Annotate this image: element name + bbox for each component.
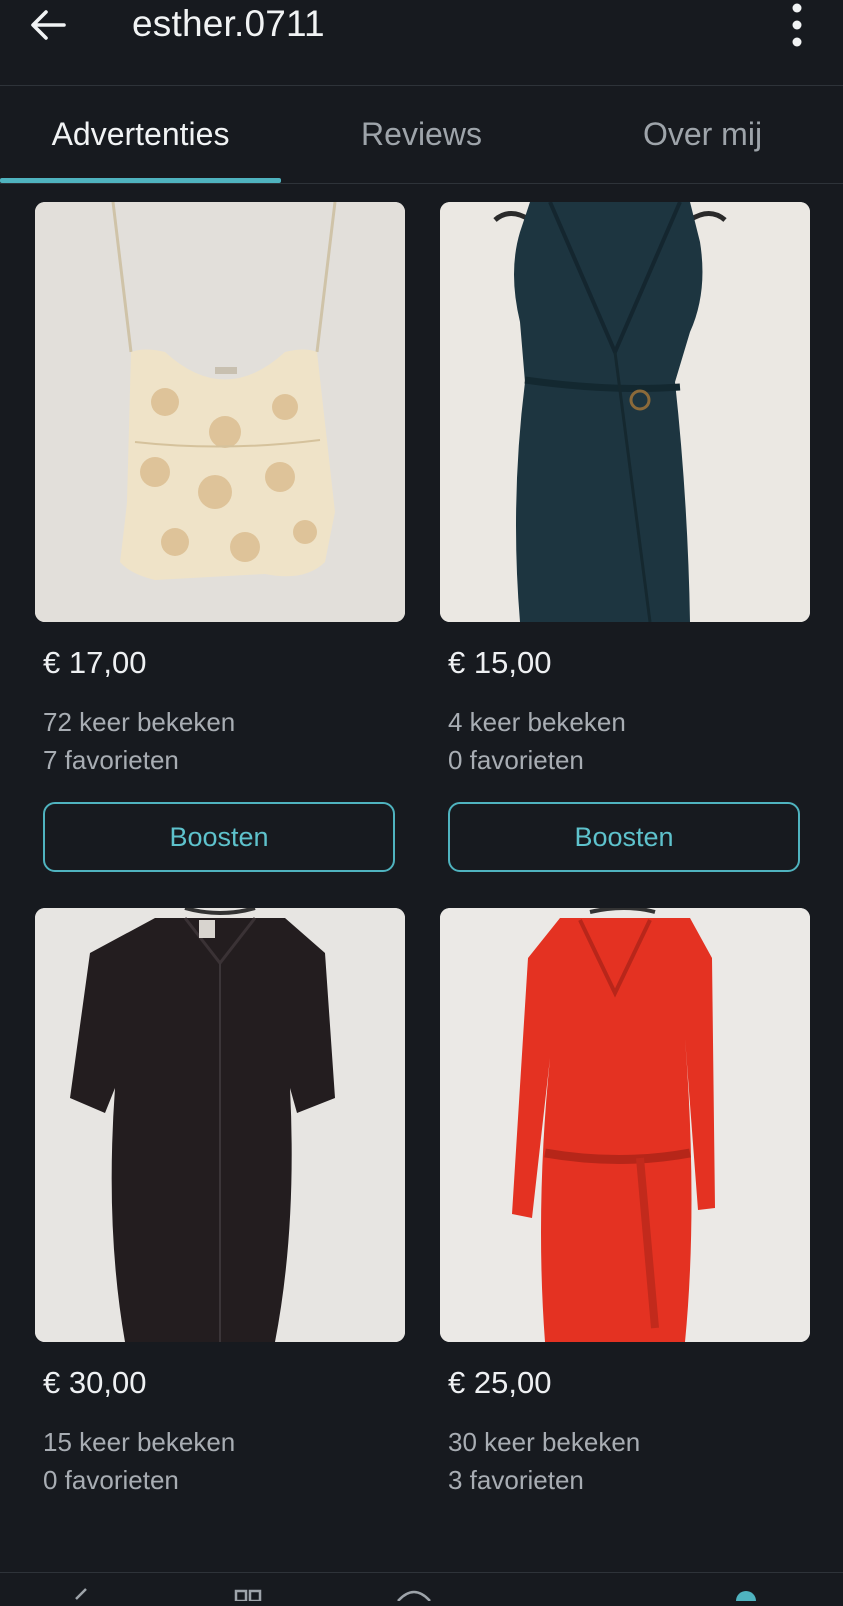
listings-grid: € 17,00 72 keer bekeken 7 favorieten Boo… (0, 184, 843, 1572)
nav-categories-button[interactable] (228, 1587, 268, 1603)
listing-favorites: 3 favorieten (448, 1465, 584, 1495)
listing-photo[interactable] (35, 202, 405, 622)
listing-favorites: 0 favorieten (43, 1465, 179, 1495)
app-bar: esther.0711 (0, 0, 843, 86)
listing-photo[interactable] (35, 908, 405, 1342)
listing-views: 15 keer bekeken (43, 1427, 236, 1457)
grid-icon (234, 1589, 262, 1603)
dark-teal-wrap-dress-image (440, 202, 810, 622)
listing-card[interactable]: € 15,00 4 keer bekeken 0 favorieten Boos… (440, 202, 810, 892)
arrow-left-icon (31, 10, 66, 40)
cream-floral-camisole-image (35, 202, 405, 622)
listing-price: € 17,00 (43, 645, 147, 680)
listing-views: 72 keer bekeken (43, 707, 236, 737)
black-shirt-dress-image (35, 908, 405, 1342)
nav-add-button[interactable] (394, 1587, 434, 1602)
boost-button[interactable]: Boosten (448, 802, 800, 872)
tab-reviews[interactable]: Reviews (281, 86, 562, 182)
bottom-navigation (0, 1572, 843, 1606)
home-icon (75, 1588, 87, 1600)
nav-home-button[interactable] (66, 1587, 106, 1601)
listing-views: 4 keer bekeken (448, 707, 626, 737)
listing-photo[interactable] (440, 908, 810, 1342)
tab-over-mij[interactable]: Over mij (562, 86, 843, 182)
back-button[interactable] (22, 2, 74, 48)
listing-price: € 30,00 (43, 1365, 147, 1400)
listing-views: 30 keer bekeken (448, 1427, 641, 1457)
add-circle-icon (397, 1590, 431, 1602)
listing-price: € 25,00 (448, 1365, 552, 1400)
profile-tabs: Advertenties Reviews Over mij (0, 86, 843, 184)
listing-favorites: 7 favorieten (43, 745, 179, 775)
listing-price: € 15,00 (448, 645, 552, 680)
listing-photo[interactable] (440, 202, 810, 622)
nav-profile-button[interactable] (726, 1587, 766, 1606)
listing-favorites: 0 favorieten (448, 745, 584, 775)
tab-advertenties[interactable]: Advertenties (0, 86, 281, 182)
more-vertical-icon (792, 3, 802, 47)
boost-button[interactable]: Boosten (43, 802, 395, 872)
profile-icon (736, 1591, 756, 1606)
more-options-button[interactable] (781, 0, 813, 50)
listing-card[interactable]: € 17,00 72 keer bekeken 7 favorieten Boo… (35, 202, 405, 892)
profile-username: esther.0711 (132, 3, 325, 44)
listing-card[interactable]: € 30,00 15 keer bekeken 0 favorieten (35, 908, 405, 1572)
listing-card[interactable]: € 25,00 30 keer bekeken 3 favorieten (440, 908, 810, 1572)
red-belted-dress-image (440, 908, 810, 1342)
active-tab-indicator (0, 178, 281, 183)
